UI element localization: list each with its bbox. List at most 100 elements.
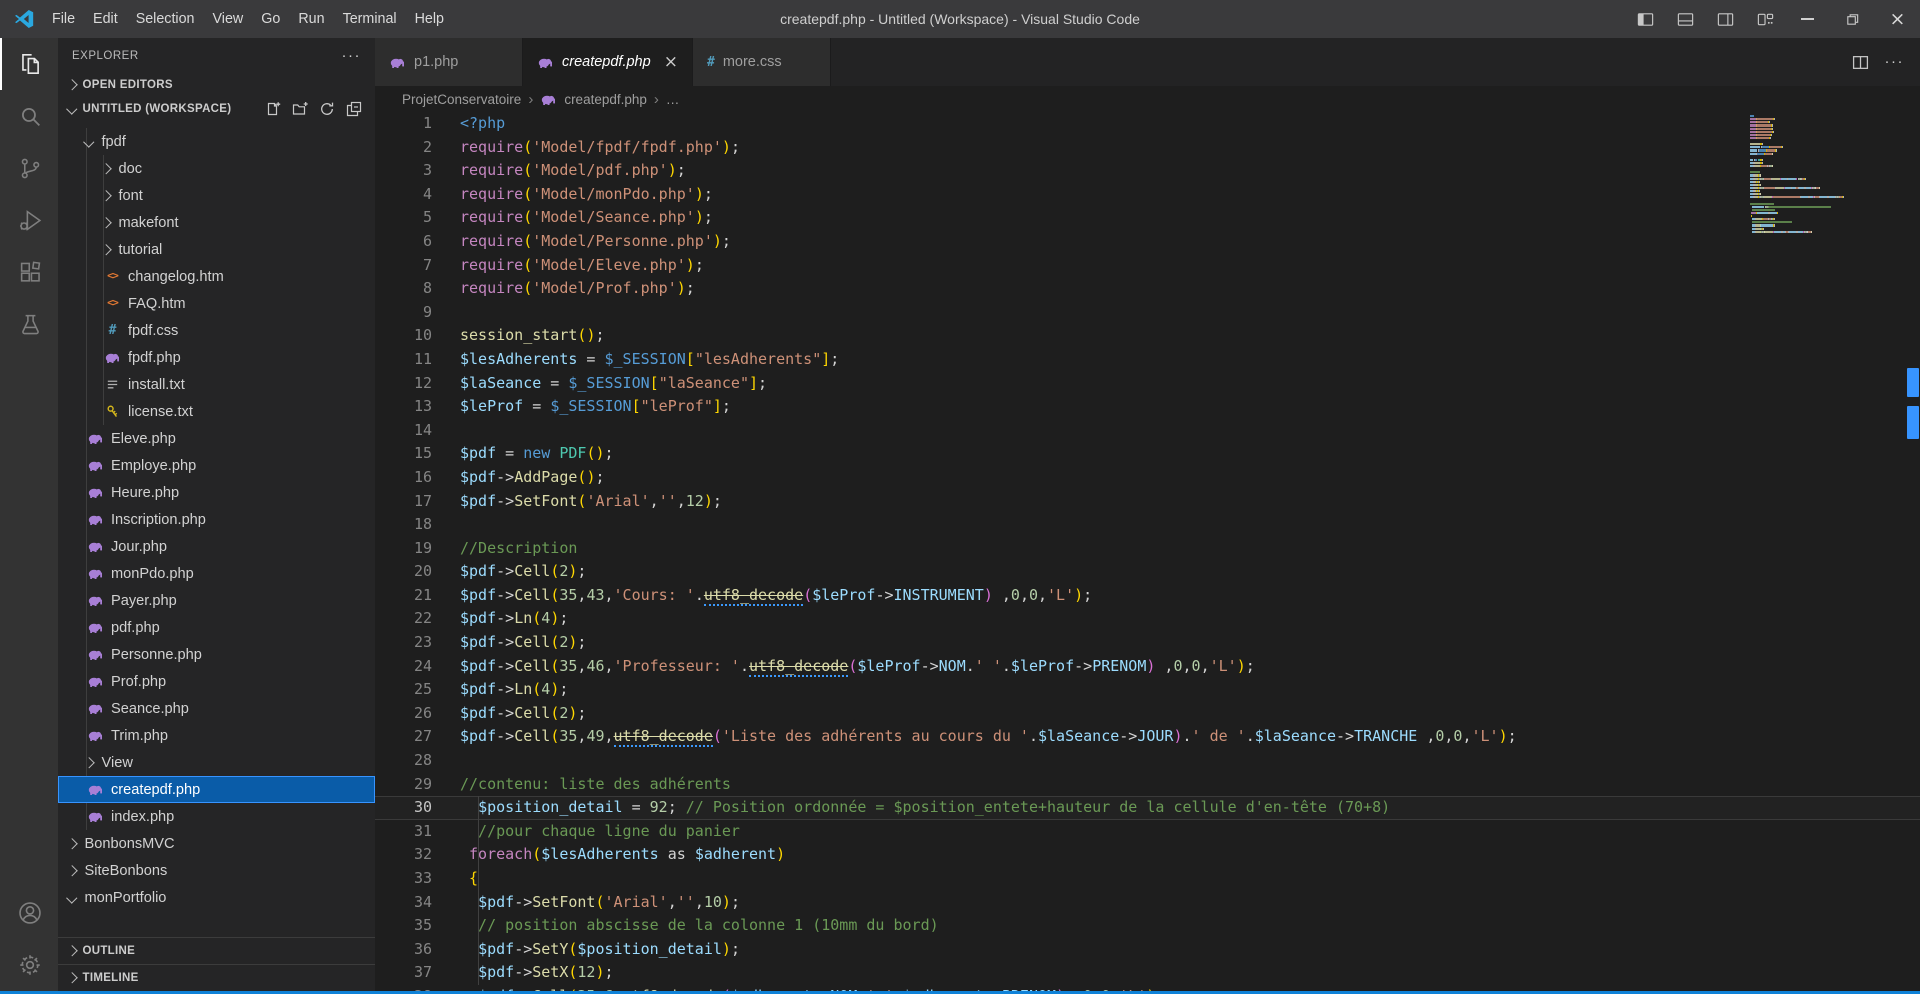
- tree-item-changelog.htm[interactable]: <>changelog.htm: [58, 263, 375, 290]
- tree-item-Eleve.php[interactable]: Eleve.php: [58, 425, 375, 452]
- tree-item-BonbonsMVC[interactable]: BonbonsMVC: [58, 830, 375, 857]
- menu-selection[interactable]: Selection: [127, 0, 204, 38]
- menu-edit[interactable]: Edit: [84, 0, 127, 38]
- tree-item-FAQ.htm[interactable]: <>FAQ.htm: [58, 290, 375, 317]
- tree-item-Heure.php[interactable]: Heure.php: [58, 479, 375, 506]
- tree-item-Inscription.php[interactable]: Inscription.php: [58, 506, 375, 533]
- menu-terminal[interactable]: Terminal: [334, 0, 406, 38]
- line-number: 1: [375, 112, 432, 136]
- section-outline[interactable]: OUTLINE: [58, 937, 375, 964]
- close-window-button[interactable]: ×: [1875, 0, 1920, 38]
- tree-item-monPdo.php[interactable]: monPdo.php: [58, 560, 375, 587]
- tree-item-install.txt[interactable]: install.txt: [58, 371, 375, 398]
- restore-button[interactable]: [1830, 0, 1875, 38]
- minimap-line: [1750, 143, 1902, 145]
- window-title: createpdf.php - Untitled (Workspace) - V…: [780, 11, 1140, 27]
- code-text: // position abscisse de la colonne 1 (10…: [432, 914, 939, 938]
- tab-more.css[interactable]: #more.css: [693, 38, 831, 86]
- tab-p1.php[interactable]: p1.php: [375, 38, 523, 86]
- menu-help[interactable]: Help: [406, 0, 453, 38]
- editor-more-actions-icon[interactable]: ···: [1885, 57, 1905, 67]
- breadcrumb-item[interactable]: createpdf.php: [564, 92, 647, 107]
- tree-item-label: Inscription.php: [111, 512, 206, 528]
- code-line-28: 28: [375, 749, 1920, 773]
- minimap-line: [1750, 146, 1902, 148]
- tree-item-View[interactable]: View: [58, 749, 375, 776]
- section-timeline[interactable]: TIMELINE: [58, 964, 375, 991]
- tree-item-label: Heure.php: [111, 485, 179, 501]
- tree-item-createpdf.php[interactable]: createpdf.php: [58, 776, 375, 803]
- tree-item-index.php[interactable]: index.php: [58, 803, 375, 830]
- tree-item-monPortfolio[interactable]: monPortfolio: [58, 884, 375, 911]
- split-editor-icon[interactable]: [1852, 54, 1869, 71]
- refresh-icon[interactable]: [318, 100, 336, 118]
- tree-item-Payer.php[interactable]: Payer.php: [58, 587, 375, 614]
- activity-settings[interactable]: [0, 939, 58, 991]
- tree-item-license.txt[interactable]: license.txt: [58, 398, 375, 425]
- tree-item-SiteBonbons[interactable]: SiteBonbons: [58, 857, 375, 884]
- tree-item-Seance.php[interactable]: Seance.php: [58, 695, 375, 722]
- activity-explorer[interactable]: [0, 38, 58, 90]
- menu-run[interactable]: Run: [289, 0, 333, 38]
- files-icon: [17, 51, 43, 77]
- tree-item-tutorial[interactable]: tutorial: [58, 236, 375, 263]
- deprecated-function: utf8_decode: [749, 657, 848, 677]
- htm-file-icon: <>: [102, 298, 123, 309]
- tree-item-pdf.php[interactable]: pdf.php: [58, 614, 375, 641]
- menu-view[interactable]: View: [204, 0, 253, 38]
- line-number: 8: [375, 277, 432, 301]
- minimize-button[interactable]: [1785, 0, 1830, 38]
- new-folder-icon[interactable]: [291, 100, 309, 118]
- minimap-line: [1750, 215, 1902, 217]
- tree-item-fpdf.php[interactable]: fpdf.php: [58, 344, 375, 371]
- tree-item-Jour.php[interactable]: Jour.php: [58, 533, 375, 560]
- customize-layout-icon[interactable]: [1745, 0, 1785, 38]
- title-bar: FileEditSelectionViewGoRunTerminalHelp c…: [0, 0, 1920, 38]
- php-file-icon: [85, 458, 106, 473]
- toggle-panel-icon[interactable]: [1665, 0, 1705, 38]
- tree-item-Employe.php[interactable]: Employe.php: [58, 452, 375, 479]
- code-line-7: 7require('Model/Eleve.php');: [375, 254, 1920, 278]
- chevron-down-icon: [66, 892, 77, 903]
- breadcrumb-item[interactable]: ProjetConservatoire: [402, 92, 521, 107]
- activity-source-control[interactable]: [0, 142, 58, 194]
- activity-extensions[interactable]: [0, 246, 58, 298]
- titlebar-controls: ×: [1625, 0, 1920, 38]
- menu-go[interactable]: Go: [252, 0, 289, 38]
- tree-item-fpdf[interactable]: fpdf: [58, 128, 375, 155]
- new-file-icon[interactable]: [264, 100, 282, 118]
- code-line-37: 37 $pdf->SetX(12);: [375, 961, 1920, 985]
- minimap[interactable]: [1750, 115, 1902, 234]
- section-workspace[interactable]: UNTITLED (WORKSPACE): [58, 97, 375, 121]
- section-open-editors[interactable]: OPEN EDITORS: [58, 73, 375, 97]
- php-file-icon: [85, 809, 106, 824]
- overview-ruler[interactable]: [1905, 112, 1920, 991]
- tab-createpdf.php[interactable]: createpdf.php×: [523, 38, 693, 86]
- chevron-right-icon: [83, 757, 94, 768]
- activity-testing[interactable]: [0, 298, 58, 350]
- minimap-line: [1750, 137, 1902, 139]
- collapse-folders-icon[interactable]: [345, 100, 363, 118]
- tree-item-makefont[interactable]: makefont: [58, 209, 375, 236]
- activity-run-and-debug[interactable]: [0, 194, 58, 246]
- vscode-logo-icon: [13, 8, 35, 30]
- close-tab-icon[interactable]: ×: [664, 54, 678, 71]
- tree-item-Prof.php[interactable]: Prof.php: [58, 668, 375, 695]
- tree-item-fpdf.css[interactable]: #fpdf.css: [58, 317, 375, 344]
- code-line-17: 17$pdf->SetFont('Arial','',12);: [375, 490, 1920, 514]
- account-icon: [17, 900, 43, 926]
- menu-file[interactable]: File: [43, 0, 84, 38]
- breadcrumb-item[interactable]: …: [666, 92, 680, 107]
- toggle-secondary-sidebar-icon[interactable]: [1705, 0, 1745, 38]
- chevron-right-icon: [66, 946, 77, 957]
- code-editor[interactable]: 1<?php2require('Model/fpdf/fpdf.php');3r…: [375, 112, 1920, 991]
- tree-item-Personne.php[interactable]: Personne.php: [58, 641, 375, 668]
- activity-accounts[interactable]: [0, 887, 58, 939]
- explorer-more-actions-icon[interactable]: ···: [342, 51, 362, 61]
- activity-search[interactable]: [0, 90, 58, 142]
- tree-item-Trim.php[interactable]: Trim.php: [58, 722, 375, 749]
- line-number: 12: [375, 372, 432, 396]
- toggle-sidebar-icon[interactable]: [1625, 0, 1665, 38]
- tree-item-doc[interactable]: doc: [58, 155, 375, 182]
- tree-item-font[interactable]: font: [58, 182, 375, 209]
